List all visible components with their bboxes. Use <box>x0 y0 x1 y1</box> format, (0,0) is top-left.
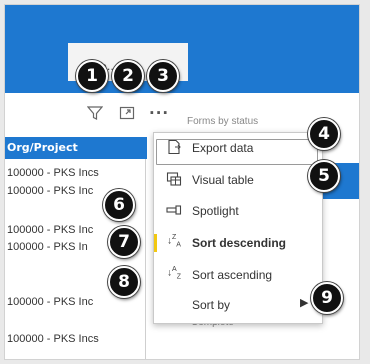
table-row: 100000 - PKS Incs <box>7 167 99 179</box>
menu-item-sort-by[interactable]: Sort by ▶ <box>154 290 322 320</box>
selected-indicator <box>154 234 157 252</box>
visual-table-icon <box>166 171 182 187</box>
export-icon <box>166 139 182 155</box>
callout-badge-4: 4 <box>308 118 340 150</box>
callout-badge-3: 3 <box>147 60 179 92</box>
callout-badge-8: 8 <box>108 266 140 298</box>
table-row: 100000 - PKS Incs <box>7 333 99 345</box>
more-options-menu: Export data Visual table Spotlight ↓ZA S… <box>153 132 323 324</box>
menu-item-label: Sort descending <box>192 236 287 250</box>
submenu-arrow-icon: ▶ <box>300 297 309 309</box>
menu-item-export-data[interactable]: Export data <box>154 133 322 165</box>
menu-item-label: Visual table <box>192 173 254 187</box>
sort-descending-icon: ↓ZA <box>167 234 181 249</box>
menu-item-label: Export data <box>192 141 254 155</box>
menu-item-sort-descending[interactable]: ↓ZA Sort descending <box>154 228 322 258</box>
callout-badge-1: 1 <box>76 60 108 92</box>
sort-ascending-icon: ↓AZ <box>167 266 181 281</box>
callout-badge-6: 6 <box>103 189 135 221</box>
table-row: 100000 - PKS Inc <box>7 185 94 197</box>
callout-badge-9: 9 <box>311 282 343 314</box>
table-row: 100000 - PKS Inc <box>7 224 94 236</box>
focus-mode-icon[interactable] <box>119 105 135 125</box>
menu-item-visual-table[interactable]: Visual table <box>154 165 322 195</box>
menu-item-spotlight[interactable]: Spotlight <box>154 196 322 226</box>
forms-by-status-title: Forms by status <box>187 116 259 127</box>
menu-item-label: Sort ascending <box>192 268 273 282</box>
callout-badge-5: 5 <box>308 160 340 192</box>
filter-icon[interactable] <box>86 105 104 125</box>
callout-badge-2: 2 <box>112 60 144 92</box>
table-row: 100000 - PKS In <box>7 241 88 253</box>
menu-item-label: Sort by <box>192 298 231 312</box>
spotlight-icon <box>166 202 182 218</box>
table-row: 100000 - PKS Inc <box>7 296 94 308</box>
report-canvas: ere... ste ··· Org/Project 100000 - PKS … <box>4 4 360 360</box>
more-options-icon[interactable]: ··· <box>149 104 169 122</box>
menu-item-sort-ascending[interactable]: ↓AZ Sort ascending <box>154 260 322 290</box>
callout-badge-7: 7 <box>108 226 140 258</box>
menu-item-label: Spotlight <box>192 204 239 218</box>
table-column-header[interactable]: Org/Project <box>5 137 147 159</box>
